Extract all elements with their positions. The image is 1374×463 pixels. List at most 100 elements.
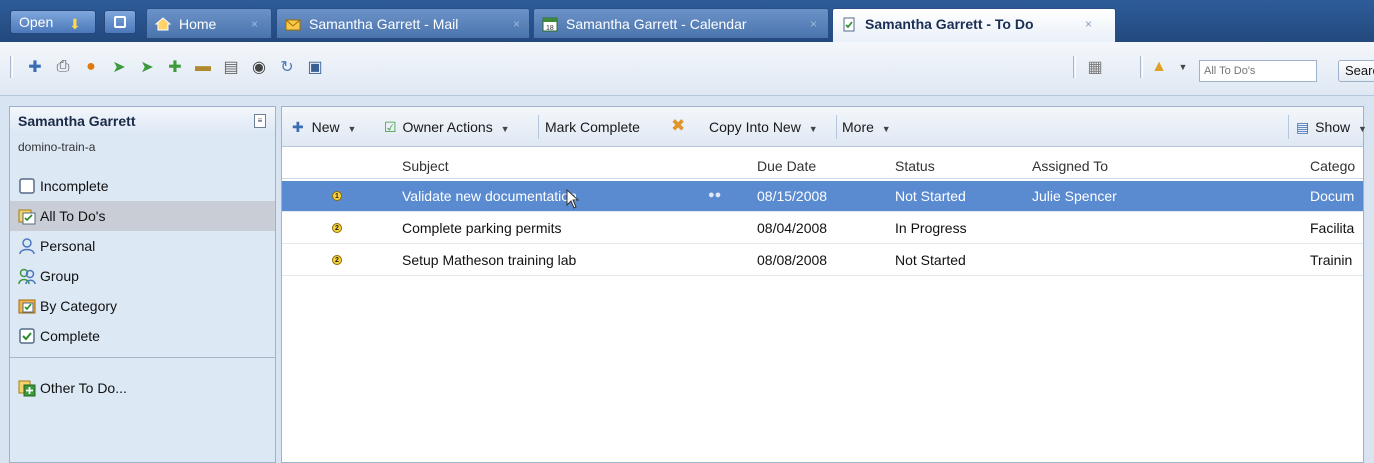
task-status: In Progress [895, 220, 967, 236]
home-icon [155, 17, 171, 31]
sidebar-title: Samantha Garrett [18, 113, 136, 129]
print-icon[interactable]: ⎙ [52, 56, 74, 78]
open-button[interactable]: Open ⬇ [10, 10, 96, 34]
refresh-icon[interactable]: ↻ [276, 56, 298, 78]
shield-icon[interactable]: ▣ [304, 56, 326, 78]
collapse-icon[interactable]: ≡ [254, 114, 266, 128]
tab-todo[interactable]: Samantha Garrett - To Do × [832, 8, 1116, 42]
binoculars-icon[interactable]: ◉ [248, 56, 270, 78]
new-item-icon: ✚ [292, 119, 304, 135]
column-header-assigned-to[interactable]: Assigned To [1032, 158, 1108, 174]
chevron-down-icon: ▼ [808, 124, 818, 134]
task-status: Not Started [895, 188, 966, 204]
sidebar-item-all-todos[interactable]: All To Do's [10, 201, 275, 231]
window-switch-button[interactable] [104, 10, 136, 34]
task-subject: Validate new documentation [402, 188, 577, 204]
tab-bar: Open ⬇ Home × Samantha Garrett - Mail × … [0, 0, 1374, 42]
action-separator [836, 115, 837, 139]
task-status: Not Started [895, 252, 966, 268]
column-header-category[interactable]: Catego [1310, 158, 1363, 174]
action-separator [538, 115, 539, 139]
calendar-icon: 18 [542, 17, 558, 32]
sidebar-item-incomplete[interactable]: Incomplete [10, 171, 275, 201]
assigned-people-icon: ●● [708, 189, 722, 201]
tab-close-icon[interactable]: × [251, 9, 258, 38]
mark-complete-button[interactable]: Mark Complete [545, 119, 640, 135]
search-input[interactable] [1199, 60, 1317, 82]
tab-mail[interactable]: Samantha Garrett - Mail × [276, 8, 530, 38]
more-button[interactable]: More ▼ [842, 119, 891, 135]
task-due-date: 08/04/2008 [757, 220, 828, 236]
priority-icon: 2 [332, 223, 342, 233]
sidebar-item-complete[interactable]: Complete [10, 321, 275, 351]
task-due-date: 08/08/2008 [757, 252, 828, 268]
table-row[interactable]: 1 Validate new documentation ●● 08/15/20… [282, 181, 1363, 212]
open-button-label: Open [19, 14, 54, 30]
folder-icon[interactable]: ▲ [1148, 56, 1170, 78]
sidebar-item-label: Group [40, 268, 79, 284]
download-arrow-icon: ⬇ [69, 16, 81, 32]
todo-clipboard-icon [843, 17, 855, 32]
table-row[interactable]: 2 Complete parking permits 08/04/2008 In… [282, 213, 1363, 244]
windows-icon [114, 16, 126, 28]
column-header-subject[interactable]: Subject [402, 158, 449, 174]
task-due-date: 08/15/2008 [757, 188, 828, 204]
group-icon [18, 268, 36, 285]
search-button[interactable]: Search [1338, 60, 1374, 82]
action-bar: ✚ New ▼ ☑ Owner Actions ▼ Mark Complete … [282, 107, 1367, 147]
chevron-down-icon[interactable]: ▼ [1172, 56, 1194, 78]
tag-icon[interactable]: ▬ [192, 56, 214, 78]
toolbar-grip[interactable] [1073, 56, 1076, 78]
column-header-status[interactable]: Status [895, 158, 935, 174]
copy-into-new-button[interactable]: Copy Into New ▼ [709, 119, 818, 135]
feed-icon[interactable]: ▦ [1084, 56, 1106, 78]
chevron-down-icon: ▼ [1358, 124, 1367, 134]
task-assigned-to: Julie Spencer [1032, 188, 1117, 204]
back-icon[interactable]: ➤ [136, 56, 158, 78]
tab-label: Samantha Garrett - Calendar [566, 16, 747, 32]
action-separator [1288, 115, 1289, 139]
column-header-due-date[interactable]: Due Date [757, 158, 816, 174]
show-list-icon: ▤ [1296, 119, 1310, 135]
table-row[interactable]: 2 Setup Matheson training lab 08/08/2008… [282, 245, 1363, 276]
clipboard-icon [19, 178, 35, 194]
sidebar-item-other-todo[interactable]: Other To Do... [10, 373, 275, 403]
new-item-icon[interactable]: ✚ [24, 56, 46, 78]
add-todo-icon [18, 380, 36, 397]
owner-actions-button[interactable]: ☑ Owner Actions ▼ [384, 119, 510, 136]
owner-check-icon: ☑ [384, 119, 397, 135]
sidebar-item-personal[interactable]: Personal [10, 231, 275, 261]
column-header-row: Subject Due Date Status Assigned To Cate… [282, 153, 1363, 179]
chevron-down-icon: ▼ [500, 124, 510, 134]
tab-close-icon[interactable]: × [1085, 9, 1092, 39]
move-icon[interactable]: ✚ [164, 56, 186, 78]
owner-actions-label: Owner Actions [402, 119, 493, 135]
sidebar-item-label: All To Do's [40, 208, 106, 224]
stop-icon[interactable]: ● [80, 56, 102, 78]
sidebar-item-by-category[interactable]: By Category [10, 291, 275, 321]
tab-home[interactable]: Home × [146, 8, 272, 38]
tab-close-icon[interactable]: × [513, 9, 520, 38]
show-label: Show [1315, 119, 1351, 135]
toolbar-grip[interactable] [1140, 56, 1143, 78]
sidebar: Samantha Garrett ≡ domino-train-a Incomp… [9, 106, 276, 463]
show-button[interactable]: ▤ Show ▼ [1296, 119, 1367, 136]
document-icon[interactable]: ▤ [220, 56, 242, 78]
new-button[interactable]: ✚ New ▼ [292, 119, 356, 136]
svg-text:18: 18 [546, 25, 554, 32]
search-button-label: Search [1345, 63, 1374, 78]
tab-close-icon[interactable]: × [810, 9, 817, 38]
main-toolbar: ✚ ⎙ ● ➤ ➤ ✚ ▬ ▤ ◉ ↻ ▣ ▦ ▲ ▼ Search [0, 42, 1374, 96]
task-category: Facilita [1310, 220, 1355, 236]
tab-calendar[interactable]: 18 Samantha Garrett - Calendar × [533, 8, 829, 38]
priority-icon: 2 [332, 255, 342, 265]
toolbar-grip[interactable] [10, 56, 13, 78]
forward-icon[interactable]: ➤ [108, 56, 130, 78]
tab-label: Samantha Garrett - Mail [309, 16, 459, 32]
mail-icon [285, 19, 301, 31]
delete-icon[interactable]: ✖ [671, 116, 685, 136]
sidebar-item-group[interactable]: Group [10, 261, 275, 291]
copy-into-new-label: Copy Into New [709, 119, 801, 135]
sidebar-item-label: Complete [40, 328, 100, 344]
checked-clipboard-icon [19, 328, 35, 344]
